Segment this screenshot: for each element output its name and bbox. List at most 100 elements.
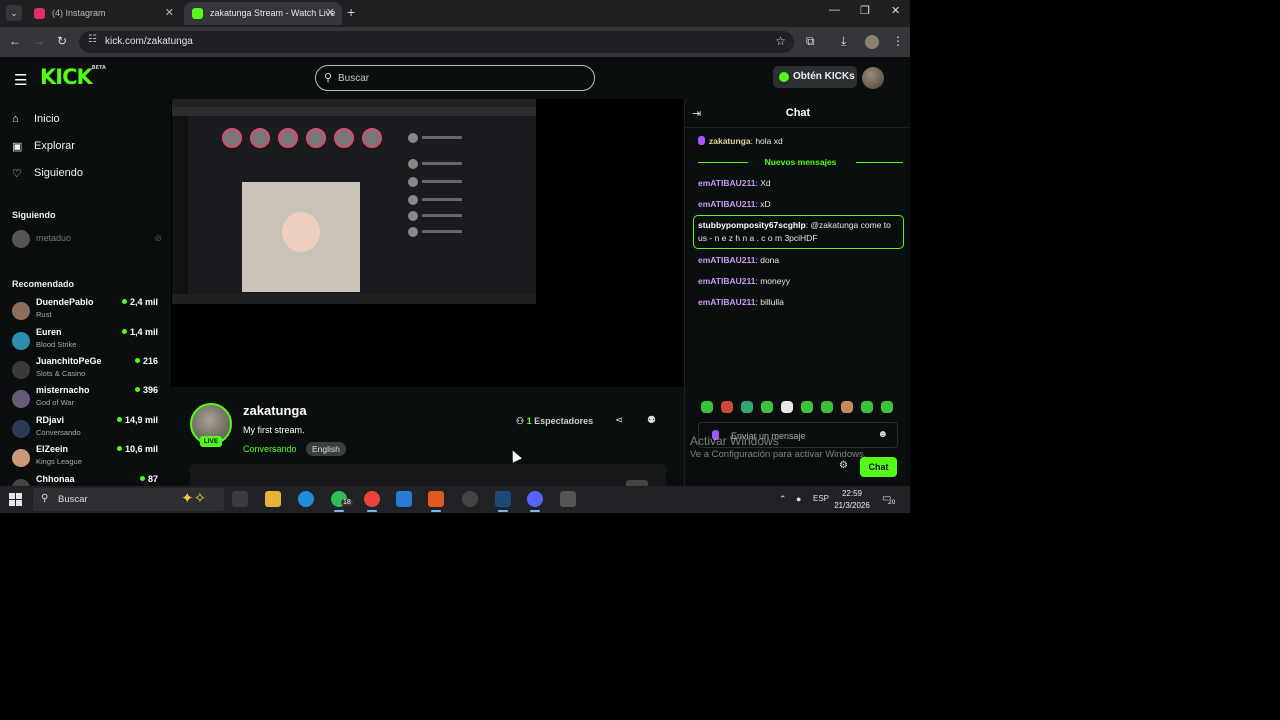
get-kicks-button[interactable]: Obtén KICKs [773, 66, 857, 88]
close-window-button[interactable]: ✕ [891, 4, 900, 17]
video-suggestion-line [422, 230, 462, 233]
tab-kick-stream[interactable]: zakatunga Stream - Watch Live ✕ [184, 2, 342, 25]
search-input[interactable] [338, 70, 578, 86]
stream-category[interactable]: Conversando [243, 444, 297, 454]
emote-icon[interactable] [881, 401, 893, 413]
recommended-channel-item[interactable]: JuanchitoPeGe Slots & Casino 216 [12, 356, 162, 384]
steam-icon[interactable] [495, 491, 511, 512]
live-dot-icon [116, 417, 122, 422]
sidebar: ⌂ Inicio ▣ Explorar ♡ Siguiendo Siguiend… [0, 99, 170, 486]
url-text[interactable]: kick.com/zakatunga [105, 36, 193, 47]
site-settings-icon[interactable]: ☷ [88, 34, 97, 45]
avatar [12, 479, 30, 486]
extensions-icon[interactable]: ⧉ [806, 34, 815, 49]
emote-icon[interactable] [781, 401, 793, 413]
new-messages-divider[interactable]: Nuevos mensajes [698, 157, 903, 168]
follow-user-icon[interactable]: ⚉ [647, 415, 656, 426]
maximize-button[interactable]: ❐ [860, 4, 870, 17]
system-clock[interactable]: 22:59 21/3/2026 [832, 488, 872, 512]
language-indicator[interactable]: ESP [813, 494, 829, 503]
store-icon[interactable] [396, 491, 412, 507]
emote-icon[interactable] [821, 401, 833, 413]
address-bar[interactable]: ☷ kick.com/zakatunga ☆ [79, 31, 794, 53]
chat-message-input[interactable] [731, 428, 871, 443]
chat-settings-gear-icon[interactable]: ⚙ [839, 460, 848, 471]
share-icon[interactable]: ⋖ [615, 415, 623, 426]
new-tab-button[interactable]: + [347, 4, 355, 20]
browser-tab-bar: ⌄ (4) Instagram ✕ zakatunga Stream - Wat… [0, 0, 910, 27]
recommended-channel-item[interactable]: RDjavi Conversando 14,9 mil [12, 415, 162, 443]
video-suggestion-avatar [408, 133, 418, 143]
tab-search-chevron-icon[interactable]: ⌄ [6, 5, 22, 21]
task-view-icon[interactable] [232, 491, 248, 507]
viewer-count: 396 [134, 385, 158, 395]
windows-start-icon[interactable] [9, 493, 22, 506]
viewer-count: 2,4 mil [121, 297, 158, 307]
microphone-icon [712, 430, 719, 440]
screen: ⌄ (4) Instagram ✕ zakatunga Stream - Wat… [0, 0, 910, 513]
sidebar-item-inicio[interactable]: ⌂ Inicio [12, 113, 60, 125]
browser-toolbar: ← → ↻ ☷ kick.com/zakatunga ☆ ⧉ ⤓ ⋮ [0, 27, 910, 57]
emote-icon[interactable] [741, 401, 753, 413]
chat-message: emATIBAU211: Xd [698, 178, 771, 188]
file-explorer-icon[interactable] [265, 491, 281, 507]
following-channel-item[interactable]: metaduo ⊘ [12, 230, 162, 248]
viewer-count: 87 [139, 474, 158, 484]
user-avatar[interactable] [862, 67, 884, 89]
emoji-picker-icon[interactable]: ☻ [877, 429, 888, 440]
language-tag[interactable]: English [306, 442, 346, 456]
discord-icon[interactable] [527, 491, 543, 512]
emote-icon[interactable] [721, 401, 733, 413]
video-story-avatar [222, 128, 242, 148]
emote-icon[interactable] [801, 401, 813, 413]
app-icon[interactable] [560, 491, 576, 507]
tray-chevron-icon[interactable]: ⌃ [779, 494, 787, 505]
close-tab-icon[interactable]: ✕ [326, 2, 335, 25]
video-player[interactable] [171, 99, 684, 387]
reload-icon[interactable]: ↻ [57, 34, 67, 48]
chrome-icon[interactable] [364, 491, 380, 512]
kick-logo[interactable]: KICKBETA [40, 65, 106, 89]
recommended-channel-item[interactable]: misternacho God of War 396 [12, 385, 162, 413]
stream-video-frame [172, 99, 536, 304]
emote-icon[interactable] [861, 401, 873, 413]
close-tab-icon[interactable]: ✕ [165, 2, 174, 25]
recommended-channel-item[interactable]: DuendePablo Rust 2,4 mil [12, 297, 162, 325]
notifications-icon[interactable]: ▭ 20 [882, 493, 896, 506]
recommended-channel-item[interactable]: Chhonaa 87 [12, 474, 162, 486]
browser-menu-icon[interactable]: ⋮ [892, 34, 904, 48]
recommended-channel-item[interactable]: ElZeein Kings League 10,6 mil [12, 444, 162, 472]
obs-icon[interactable] [462, 491, 478, 507]
offline-icon: ⊘ [154, 233, 162, 243]
emote-icon[interactable] [841, 401, 853, 413]
back-arrow-icon[interactable]: ← [9, 34, 21, 48]
sidebar-item-explorar[interactable]: ▣ Explorar [12, 140, 75, 153]
emote-icon[interactable] [761, 401, 773, 413]
bookmark-star-icon[interactable]: ☆ [775, 34, 786, 48]
minimize-button[interactable]: — [829, 4, 840, 16]
sparkle-icon: ✦✧ [181, 490, 207, 507]
viewer-count: 1,4 mil [121, 327, 158, 337]
emote-icon[interactable] [701, 401, 713, 413]
send-chat-button[interactable]: Chat [860, 457, 897, 477]
instagram-favicon-icon [34, 8, 45, 19]
profile-avatar-icon[interactable] [865, 35, 879, 49]
download-icon[interactable]: ⤓ [841, 34, 846, 49]
search-box[interactable]: ⚲ [315, 65, 595, 91]
sidebar-item-siguiendo[interactable]: ♡ Siguiendo [12, 167, 83, 180]
live-dot-icon [134, 387, 140, 392]
recommended-channel-item[interactable]: Euren Blood Strike 1,4 mil [12, 327, 162, 355]
emote-bar [699, 401, 909, 415]
tab-instagram[interactable]: (4) Instagram ✕ [26, 2, 181, 25]
taskbar-search[interactable]: ⚲ Buscar ✦✧ [33, 488, 224, 511]
channel-name[interactable]: zakatunga [243, 403, 307, 418]
hamburger-menu-icon[interactable]: ☰ [14, 71, 27, 89]
search-icon: ⚲ [324, 72, 333, 84]
edge-icon[interactable] [298, 491, 314, 507]
video-suggestion-line [422, 214, 462, 217]
chat-input-box[interactable]: ☻ [698, 422, 898, 448]
microphone-app-icon[interactable] [428, 491, 444, 512]
chat-message: emATIBAU211: billulla [698, 297, 784, 307]
forward-arrow-icon[interactable]: → [33, 34, 45, 48]
microphone-tray-icon[interactable]: ● [796, 494, 801, 504]
